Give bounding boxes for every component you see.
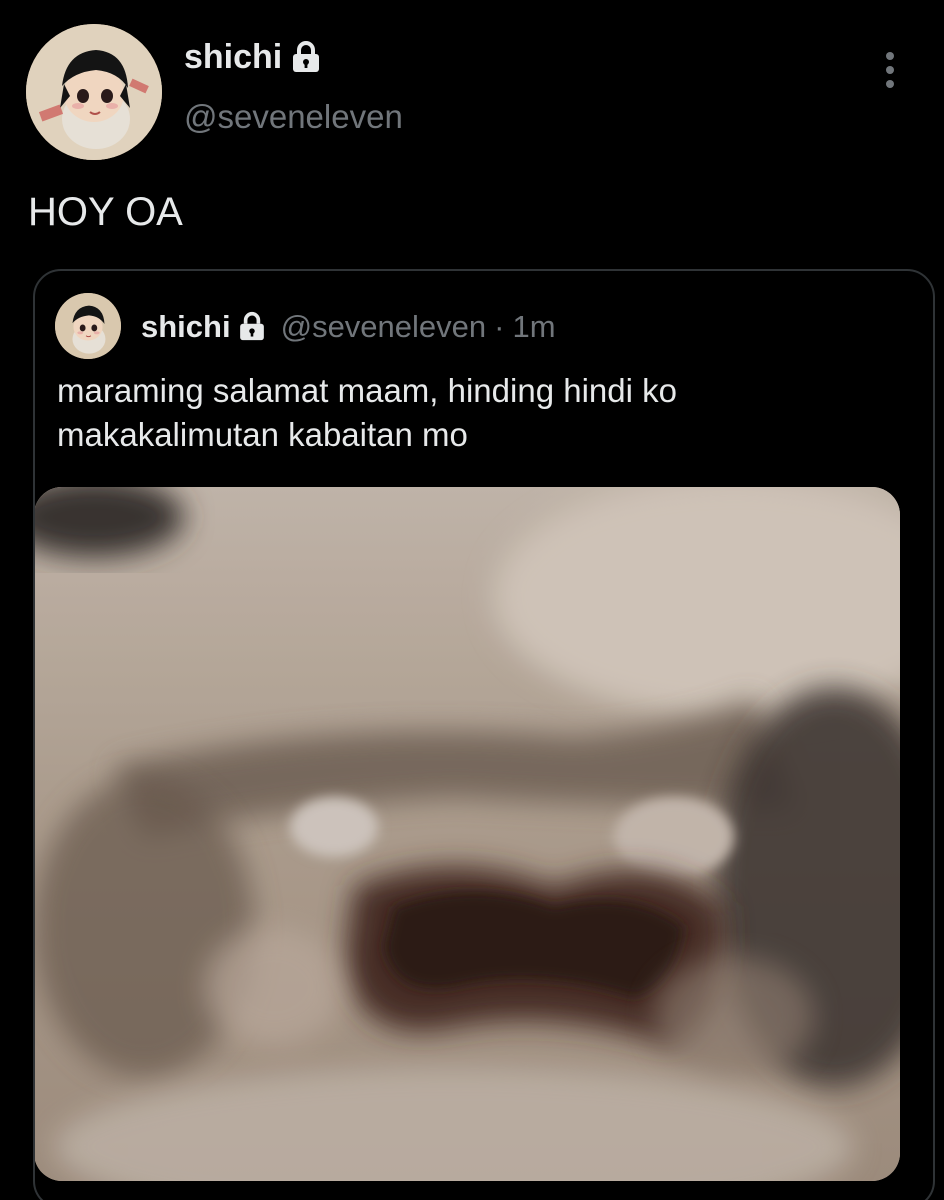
quoted-tweet-card[interactable]: shichi @seveneleven · 1m maraming salama… <box>33 269 935 1200</box>
avatar-doll-image <box>26 24 162 160</box>
quoted-tweet-time: 1m <box>512 309 556 344</box>
more-vertical-icon[interactable] <box>872 48 908 92</box>
crying-face-image <box>35 487 900 1181</box>
lock-icon <box>239 311 264 341</box>
author-avatar[interactable] <box>26 24 162 160</box>
lock-icon <box>293 41 320 72</box>
quoted-tweet-media[interactable] <box>35 487 900 1181</box>
quoted-author-handle: @seveneleven <box>280 309 487 344</box>
author-handle[interactable]: @seveneleven <box>184 100 403 133</box>
quoted-tweet-header: shichi @seveneleven · 1m <box>141 311 556 342</box>
quoted-author-display-name: shichi <box>141 309 231 344</box>
quoted-author-avatar <box>55 293 121 359</box>
tweet-text: HOY OA <box>28 190 183 234</box>
author-display-name[interactable]: shichi <box>184 40 282 74</box>
author-display-name-row[interactable]: shichi <box>184 40 322 74</box>
separator-dot: · <box>494 309 505 344</box>
avatar-doll-image <box>55 293 121 359</box>
quoted-tweet-text: maraming salamat maam, hinding hindi ko … <box>57 372 677 453</box>
